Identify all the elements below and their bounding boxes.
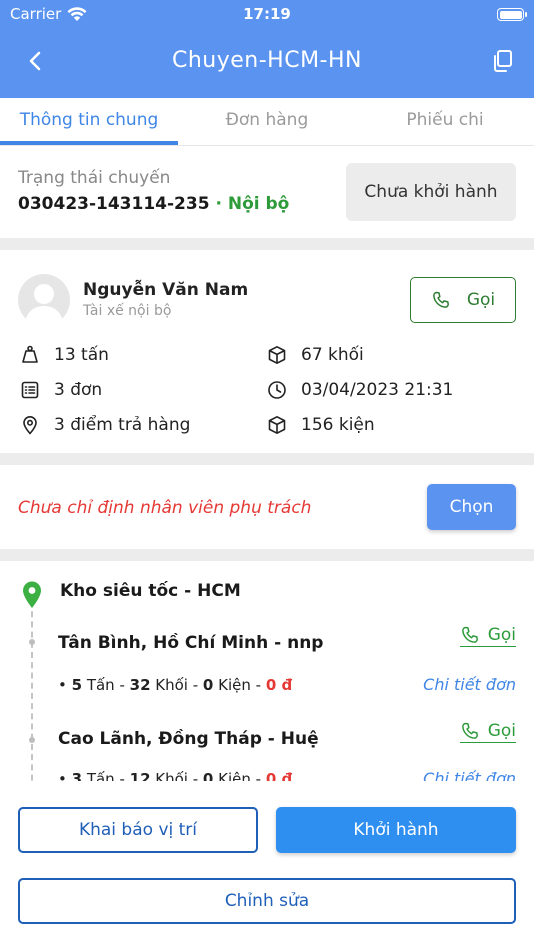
package-icon [268, 416, 286, 434]
edit-button[interactable]: Chỉnh sửa [18, 878, 516, 924]
kien-value: 0 [202, 770, 214, 781]
stat-packages: 156 kiện [267, 415, 375, 435]
page-title: Chuyen-HCM-HN [171, 48, 362, 73]
assign-staff-section: Chưa chỉ định nhân viên phụ trách Chọn [0, 465, 534, 549]
driver-role: Tài xế nội bộ [83, 303, 172, 319]
declare-location-button[interactable]: Khai báo vị trí [18, 807, 258, 853]
ton-unit: Tấn - [82, 770, 130, 781]
origin-warehouse: Kho siêu tốc - HCM [60, 581, 241, 601]
route-line [31, 601, 33, 781]
driver-name: Nguyễn Văn Nam [83, 280, 249, 300]
stat-packages-value: 156 kiện [301, 415, 375, 435]
call-driver-button[interactable]: Gọi [410, 277, 516, 323]
trip-status-section: Trạng thái chuyến 030423-143114-235 · Nộ… [0, 146, 534, 238]
stop-name: Tân Bình, Hồ Chí Minh - nnp [58, 633, 324, 653]
app-header: Carrier 17:19 Chuyen-HCM-HN [0, 0, 534, 98]
stop-call-label: Gọi [487, 625, 516, 645]
money-value: 0 đ [265, 676, 293, 694]
active-tab-indicator [0, 141, 178, 145]
footer-actions: Khai báo vị trí Khởi hành Chỉnh sửa [0, 781, 534, 950]
route-section: Kho siêu tốc - HCM Tân Bình, Hồ Chí Minh… [0, 561, 534, 781]
origin-pin-icon [23, 581, 41, 608]
call-driver-label: Gọi [466, 290, 496, 310]
driver-section: Nguyễn Văn Nam Tài xế nội bộ Gọi 13 tấn … [0, 250, 534, 453]
list-icon [21, 381, 39, 399]
battery-icon [497, 8, 527, 21]
money-value: 0 đ [265, 770, 293, 781]
clock: 17:19 [243, 5, 291, 23]
trip-code: 030423-143114-235 [18, 194, 210, 214]
kien-value: 0 [202, 676, 214, 694]
ton-value: 5 [71, 676, 83, 694]
bullet: • [58, 676, 72, 694]
stat-orders: 3 đơn [20, 380, 102, 400]
kien-unit: Kiện - [213, 770, 266, 781]
section-divider [0, 453, 534, 465]
order-detail-link[interactable]: Chi tiết đơn [423, 769, 516, 781]
unassigned-staff-warning: Chưa chỉ định nhân viên phụ trách [18, 498, 312, 518]
route-stop-dot [29, 737, 35, 743]
trip-code-line: 030423-143114-235 · Nội bộ [18, 194, 289, 214]
stat-drop-points-value: 3 điểm trả hàng [54, 415, 191, 435]
phone-icon [432, 291, 449, 308]
stop-summary: • 3 Tấn - 12 Khối - 0 Kiện - 0 đ [58, 770, 292, 781]
clock-icon [268, 381, 286, 399]
section-divider [0, 238, 534, 250]
stop-call-button[interactable]: Gọi [459, 721, 516, 743]
stat-volume-value: 67 khối [301, 345, 364, 365]
stat-datetime: 03/04/2023 21:31 [267, 380, 453, 400]
trip-type: Nội bộ [227, 194, 290, 214]
choose-staff-button[interactable]: Chọn [427, 484, 516, 530]
ton-unit: Tấn - [82, 676, 130, 694]
route-stop-dot [29, 639, 35, 645]
order-detail-link[interactable]: Chi tiết đơn [423, 675, 516, 694]
depart-button[interactable]: Khởi hành [276, 807, 516, 853]
stat-datetime-value: 03/04/2023 21:31 [301, 380, 454, 400]
stat-orders-value: 3 đơn [54, 380, 103, 400]
stat-weight-value: 13 tấn [54, 345, 109, 365]
trip-separator: · [209, 194, 228, 214]
status-bar: Carrier 17:19 [0, 0, 534, 30]
stat-drop-points: 3 điểm trả hàng [20, 415, 190, 435]
stat-volume: 67 khối [267, 345, 364, 365]
tab-orders[interactable]: Đơn hàng [178, 110, 356, 130]
stop-call-label: Gọi [487, 721, 516, 741]
copy-icon [494, 50, 512, 72]
weight-icon [22, 345, 38, 363]
phone-icon [461, 722, 478, 739]
trip-status-button[interactable]: Chưa khởi hành [346, 163, 516, 221]
stat-weight: 13 tấn [20, 345, 109, 365]
stop-summary: • 5 Tấn - 32 Khối - 0 Kiện - 0 đ [58, 676, 292, 694]
stop-call-button[interactable]: Gọi [459, 625, 516, 647]
khoi-unit: Khối - [150, 770, 203, 781]
tab-bar: Thông tin chung Đơn hàng Phiếu chi [0, 98, 534, 146]
user-icon [24, 284, 64, 326]
kien-unit: Kiện - [213, 676, 266, 694]
stop-name: Cao Lãnh, Đồng Tháp - Huệ [58, 729, 319, 749]
copy-button[interactable] [490, 48, 516, 74]
cube-icon [268, 346, 286, 364]
section-divider [0, 549, 534, 561]
khoi-unit: Khối - [150, 676, 203, 694]
tab-general-info[interactable]: Thông tin chung [0, 110, 178, 130]
tab-expense-vouchers[interactable]: Phiếu chi [356, 110, 534, 130]
ton-value: 3 [71, 770, 83, 781]
location-pin-icon [23, 416, 37, 435]
bullet: • [58, 770, 72, 781]
khoi-value: 32 [129, 676, 151, 694]
trip-status-label: Trạng thái chuyến [18, 168, 171, 188]
phone-icon [461, 626, 478, 643]
avatar [18, 274, 70, 326]
khoi-value: 12 [129, 770, 151, 781]
